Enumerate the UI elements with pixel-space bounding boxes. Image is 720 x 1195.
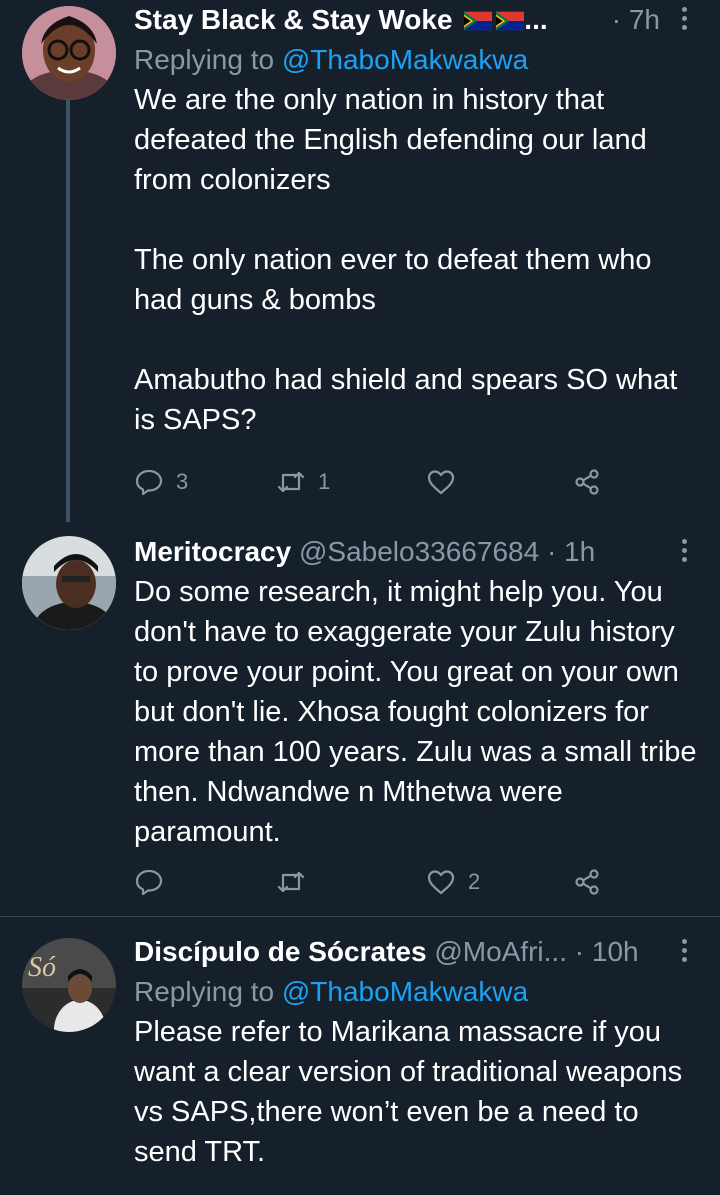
more-icon[interactable] [680,936,688,966]
svg-text:Só: Só [28,952,56,983]
timestamp[interactable]: · 7h [612,4,660,35]
tweet-text: Do some research, it might help you. You… [134,576,705,848]
more-icon[interactable] [680,4,688,34]
south-africa-flag-icon [496,11,525,31]
south-africa-flag-icon [464,11,493,31]
replying-to: Replying to @ThaboMakwakwa [134,40,700,80]
tweet-1[interactable]: Stay Black & Stay Woke ... · 7h Replying… [0,0,720,522]
display-name[interactable]: Discípulo de Sócrates [134,936,427,967]
timestamp[interactable]: · 10h [575,936,639,967]
timestamp[interactable]: · 1h [547,536,595,567]
retweet-button[interactable] [276,864,318,900]
replying-to-label: Replying to [134,976,275,1007]
action-bar: 2 [134,864,614,900]
mention-link[interactable]: @ThaboMakwakwa [282,976,528,1007]
thread-line [66,100,70,522]
avatar[interactable] [22,6,116,100]
display-name[interactable]: Stay Black & Stay Woke [134,4,453,35]
tweet-3[interactable]: Só Discípulo de Sócrates @MoAfri... · 10… [0,930,720,1195]
tweet-header: Meritocracy @Sabelo33667684 · 1h [134,532,700,572]
like-count: 2 [468,869,481,894]
heart-icon [427,870,455,895]
mention-link[interactable]: @ThaboMakwakwa [282,44,528,75]
tweet-text: Please refer to Marikana massacre if you… [134,1016,691,1168]
share-icon [575,469,599,495]
retweet-icon [277,471,305,493]
retweet-icon [277,871,305,893]
reply-button[interactable] [134,864,176,900]
tweet-header: Discípulo de Sócrates @MoAfri... · 10h [134,932,700,972]
reply-button[interactable]: 3 [134,464,188,500]
share-button[interactable] [572,864,602,900]
retweet-button[interactable]: 1 [276,464,330,500]
avatar[interactable]: Só [22,938,116,1032]
replying-to: Replying to @ThaboMakwakwa [134,972,700,1012]
reply-icon [135,469,163,496]
retweet-count: 1 [318,469,331,494]
user-handle[interactable]: @MoAfri... [434,936,567,967]
tweet-divider [0,916,720,917]
user-handle[interactable]: @Sabelo33667684 [299,536,539,567]
like-button[interactable]: 2 [426,864,480,900]
reply-count: 3 [176,469,189,494]
like-button[interactable] [426,464,468,500]
avatar[interactable] [22,536,116,630]
display-name-suffix: ... [524,4,548,35]
more-icon[interactable] [680,536,688,566]
heart-icon [427,470,455,495]
display-name[interactable]: Meritocracy [134,536,291,567]
action-bar: 3 1 [134,464,614,500]
tweet-2[interactable]: Meritocracy @Sabelo33667684 · 1h Do some… [0,528,720,916]
tweet-text: We are the only nation in history that d… [134,84,678,436]
tweet-header: Stay Black & Stay Woke ... · 7h [134,0,700,40]
share-button[interactable] [572,464,602,500]
share-icon [575,869,599,895]
reply-icon [135,869,163,896]
replying-to-label: Replying to [134,44,275,75]
